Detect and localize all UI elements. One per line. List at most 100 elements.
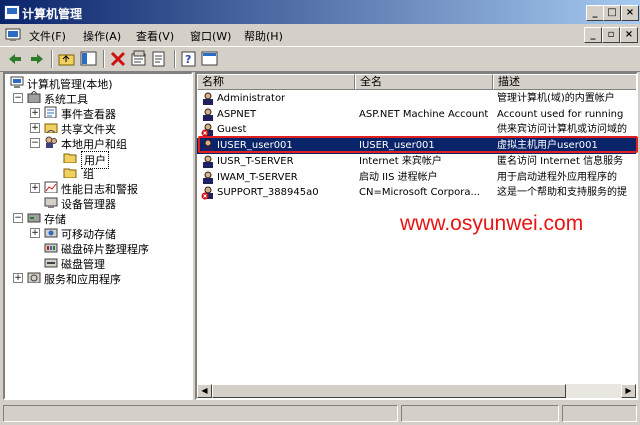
cell-name: SUPPORT_388945a0	[217, 187, 319, 199]
highlight-box	[198, 136, 638, 153]
menu-action[interactable]: 操作(A)	[83, 28, 121, 44]
cell-description: 管理计算机(域)的内置帐户	[497, 93, 615, 104]
toolbar-separator	[103, 50, 105, 68]
details-list-pane[interactable]: 名称 全名 描述 Administrator 管理计算机(域)的内置帐户 ASPNE…	[195, 72, 638, 400]
console-window-icon[interactable]	[201, 50, 219, 68]
expand-expander[interactable]: +	[30, 228, 40, 238]
column-header-fullname[interactable]: 全名	[355, 74, 493, 90]
close-button[interactable]: ×	[621, 5, 639, 21]
event-viewer-icon	[44, 106, 57, 118]
performance-logs-icon	[44, 181, 58, 193]
title-bar: 计算机管理 _ □ ×	[0, 0, 640, 24]
tree-perf-logs[interactable]: 性能日志和警报	[61, 181, 138, 197]
table-row[interactable]: IWAM_T-SERVER 启动 IIS 进程帐户 用于启动进程外应用程序的	[197, 170, 636, 186]
column-header-description[interactable]: 描述	[493, 74, 636, 90]
removable-storage-icon	[44, 228, 58, 238]
window-title: 计算机管理	[22, 7, 83, 21]
tree-local-users-groups[interactable]: 本地用户和组	[61, 136, 127, 152]
mmc-document-icon	[5, 28, 21, 41]
tree-event-viewer[interactable]: 事件查看器	[61, 106, 116, 122]
collapse-expander[interactable]: −	[30, 138, 40, 148]
disabled-user-icon	[201, 186, 213, 200]
table-row[interactable]: SUPPORT_388945a0 CN=Microsoft Corpora... 这…	[197, 185, 636, 201]
child-minimize-button[interactable]: _	[584, 27, 602, 43]
status-panel-main	[3, 405, 398, 422]
tree-storage[interactable]: 存储	[44, 211, 66, 227]
menu-file[interactable]: 文件(F)	[29, 28, 66, 44]
user-icon	[203, 108, 213, 121]
users-group-icon	[45, 136, 57, 148]
scroll-thumb[interactable]	[212, 384, 566, 398]
svg-text:?: ?	[185, 53, 191, 66]
user-icon	[203, 92, 213, 105]
cell-description: 匿名访问 Internet 信息服务	[497, 155, 624, 167]
toolbar-separator	[51, 50, 53, 68]
delete-icon[interactable]	[109, 50, 127, 68]
open-folder-icon	[63, 153, 77, 163]
back-arrow-icon[interactable]	[6, 50, 24, 68]
expand-expander[interactable]: +	[30, 183, 40, 193]
cell-description: 用于启动进程外应用程序的	[497, 171, 617, 183]
storage-icon	[27, 213, 41, 223]
menu-help[interactable]: 帮助(H)	[244, 28, 283, 44]
cell-name: ASPNET	[217, 108, 257, 120]
console-tree-pane[interactable]: 计算机管理(本地) − 系统工具 + 事件查看器 + 共享文件夹 − 本地用户和…	[3, 72, 193, 400]
expand-expander[interactable]: +	[30, 108, 40, 118]
table-row[interactable]: ASPNET ASP.NET Machine Account Account use…	[197, 107, 636, 123]
maximize-button[interactable]: □	[603, 5, 621, 21]
cell-fullname: 启动 IIS 进程帐户	[359, 171, 438, 183]
toolbar-separator	[174, 50, 176, 68]
minimize-button[interactable]: _	[586, 5, 604, 21]
child-restore-button[interactable]: ▫	[602, 27, 620, 43]
tree-services-apps[interactable]: 服务和应用程序	[44, 271, 121, 287]
cell-name: IWAM_T-SERVER	[217, 171, 298, 183]
user-icon	[203, 155, 213, 168]
table-row[interactable]: IUSR_T-SERVER Internet 来宾帐户 匿名访问 Internet …	[197, 154, 636, 170]
tree-removable-storage[interactable]: 可移动存储	[61, 226, 116, 242]
tree-shared-folders[interactable]: 共享文件夹	[61, 121, 116, 137]
tree-groups[interactable]: 组	[83, 166, 94, 182]
menu-window[interactable]: 窗口(W)	[190, 28, 231, 44]
cell-fullname: CN=Microsoft Corpora...	[359, 187, 480, 199]
properties-icon[interactable]	[130, 50, 148, 68]
cell-description: Account used for running	[497, 108, 624, 120]
horizontal-scrollbar[interactable]: ◀ ▶	[197, 384, 636, 398]
tree-system-tools[interactable]: 系统工具	[44, 91, 88, 107]
column-header-name[interactable]: 名称	[197, 74, 355, 90]
menu-view[interactable]: 查看(V)	[136, 28, 174, 44]
table-row[interactable]: Administrator 管理计算机(域)的内置帐户	[197, 91, 636, 107]
forward-arrow-icon[interactable]	[28, 50, 46, 68]
cell-fullname: Internet 来宾帐户	[359, 155, 442, 167]
cell-fullname: ASP.NET Machine Account	[359, 108, 489, 120]
shared-folder-icon	[44, 123, 58, 133]
tree-disk-management[interactable]: 磁盘管理	[61, 256, 105, 272]
up-one-level-icon[interactable]	[58, 50, 76, 68]
user-icon	[203, 171, 213, 184]
toolbar: ?	[0, 46, 640, 72]
menu-bar: 文件(F) 操作(A) 查看(V) 窗口(W) 帮助(H) _ ▫ ×	[0, 24, 640, 45]
expand-expander[interactable]: +	[13, 273, 23, 283]
folder-icon	[63, 168, 77, 178]
collapse-expander[interactable]: −	[13, 93, 23, 103]
child-close-button[interactable]: ×	[620, 27, 638, 43]
export-list-icon[interactable]	[151, 50, 169, 68]
services-apps-icon	[27, 272, 41, 283]
tree-root[interactable]: 计算机管理(本地)	[27, 76, 113, 92]
status-bar	[0, 402, 640, 425]
device-manager-icon	[44, 197, 58, 208]
collapse-expander[interactable]: −	[13, 213, 23, 223]
expand-expander[interactable]: +	[30, 123, 40, 133]
tree-disk-defrag[interactable]: 磁盘碎片整理程序	[61, 241, 149, 257]
scroll-left-icon[interactable]: ◀	[197, 384, 212, 398]
watermark: www.osyunwei.com	[400, 212, 584, 235]
cell-name: Administrator	[217, 93, 286, 104]
computer-icon	[10, 76, 24, 88]
tree-device-manager[interactable]: 设备管理器	[61, 196, 116, 212]
cell-name: IUSR_T-SERVER	[217, 155, 294, 167]
scroll-right-icon[interactable]: ▶	[621, 384, 636, 398]
status-panel-secondary	[401, 405, 559, 422]
show-hide-tree-icon[interactable]	[80, 50, 98, 68]
disk-defrag-icon	[44, 243, 58, 253]
help-icon[interactable]: ?	[180, 50, 198, 68]
cell-description: 这是一个帮助和支持服务的提	[497, 187, 627, 199]
